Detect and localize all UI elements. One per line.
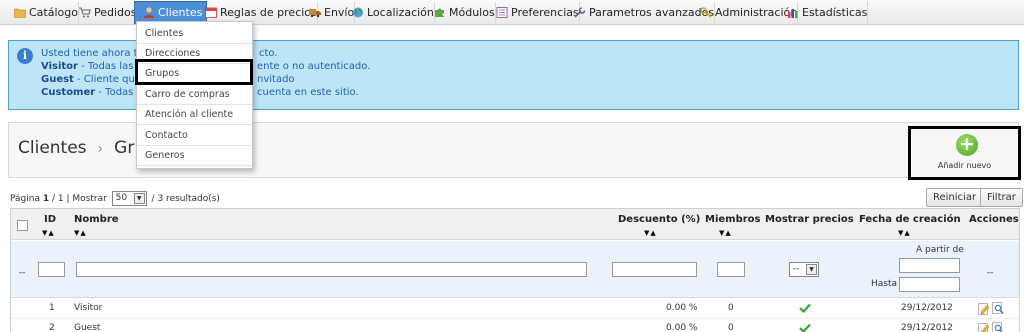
checkmark-icon: [799, 303, 811, 313]
page-label: Página: [10, 194, 40, 204]
chevron-down-icon: ▼: [133, 193, 145, 204]
members-filter-input[interactable]: [717, 262, 745, 277]
sort-arrows-icon[interactable]: ▼▲: [74, 229, 87, 237]
plus-icon: +: [956, 134, 978, 156]
menu-item-modulos[interactable]: Módulos: [426, 2, 496, 23]
column-header-id: ID: [44, 214, 57, 225]
user-icon: [144, 7, 154, 18]
total-pages: 1: [57, 194, 64, 204]
show-label: Mostrar: [72, 194, 107, 204]
chevron-down-icon: ▼: [806, 264, 817, 275]
menu-item-label: Pedidos: [94, 6, 137, 19]
cart-icon: [79, 7, 91, 18]
sort-arrows-icon[interactable]: ▼▲: [898, 229, 911, 237]
pagination: Página 1 / 1 | Mostrar 50 ▼ / 3 resultado…: [10, 191, 220, 206]
column-header-date: Fecha de creación: [859, 214, 961, 225]
filter-button[interactable]: Filtrar: [980, 188, 1023, 207]
notebook-icon: [496, 7, 508, 18]
column-header-actions: Acciones: [969, 214, 1019, 225]
submenu-item-clientes[interactable]: Clientes: [137, 24, 252, 44]
info-line: Visitor - Todas las pe: [41, 61, 150, 72]
filter-dash: --: [19, 268, 26, 278]
key-icon: [700, 7, 712, 18]
menu-item-label: Clientes: [158, 6, 203, 19]
column-header-show-prices: Mostrar precios: [765, 214, 854, 225]
groups-table: ID ▼▲ Nombre ▼▲ Descuento (%) ▼▲ Miembro…: [10, 208, 1020, 332]
menu-item-reglas-de-precios[interactable]: Reglas de precios: [197, 2, 318, 23]
checkmark-icon: [799, 323, 811, 332]
folder-icon: [14, 8, 26, 18]
date-from-input[interactable]: [899, 258, 960, 273]
info-line: nvitado: [257, 74, 295, 85]
wrench-icon: [574, 7, 586, 18]
cell-id: 1: [49, 303, 55, 313]
info-line: cto.: [259, 48, 278, 59]
date-to-label: Hasta: [871, 279, 898, 289]
info-line: ente o no autenticado.: [257, 61, 371, 72]
view-icon[interactable]: [992, 302, 1004, 315]
show-prices-filter-select[interactable]: -- ▼: [789, 262, 819, 277]
column-header-name: Nombre: [74, 214, 119, 225]
reset-button[interactable]: Reiniciar: [926, 188, 984, 207]
cell-id: 2: [49, 323, 55, 332]
cell-date: 29/12/2012: [901, 323, 953, 332]
submenu-item-generos[interactable]: Generos: [137, 146, 252, 166]
breadcrumb-root[interactable]: Clientes: [18, 138, 87, 158]
bar-chart-icon: [788, 9, 798, 18]
column-header-members: Miembros: [705, 214, 761, 225]
date-from-label: A partir de: [916, 245, 964, 255]
menu-item-catalogo[interactable]: Catálogo: [6, 2, 79, 23]
breadcrumb-current: Gr: [114, 138, 135, 158]
select-all-checkbox[interactable]: [17, 220, 28, 231]
truck-icon: [309, 9, 321, 18]
puzzle-icon: [435, 8, 444, 17]
menu-item-estadisticas[interactable]: Estadísticas: [779, 2, 869, 23]
add-new-button[interactable]: + Añadir nuevo: [908, 126, 1021, 180]
cell-members: 0: [728, 323, 734, 332]
actions-filter-dash: --: [987, 268, 994, 278]
info-line: cuenta en este sitio.: [257, 87, 359, 98]
id-filter-input[interactable]: [38, 262, 65, 277]
sort-arrows-icon[interactable]: ▼▲: [719, 229, 732, 237]
cell-discount: 0.00 %: [666, 303, 698, 313]
menu-item-localizacion[interactable]: Localización: [344, 2, 435, 23]
info-icon: i: [17, 48, 33, 64]
menu-item-label: Localización: [367, 6, 434, 19]
name-filter-input[interactable]: [76, 262, 587, 277]
sort-arrows-icon[interactable]: ▼▲: [42, 229, 55, 237]
submenu-item-carro-de-compras[interactable]: Carro de compras: [137, 85, 252, 105]
column-header-discount: Descuento (%): [618, 214, 701, 225]
date-to-input[interactable]: [899, 277, 960, 292]
table-row[interactable]: 2 Guest 0.00 % 0 29/12/2012: [11, 319, 1019, 332]
results-count: 3 resultado(s): [157, 194, 220, 204]
globe-icon: [353, 7, 363, 18]
breadcrumb-separator: ›: [97, 141, 104, 157]
clientes-submenu: Clientes Direcciones Grupos Carro de com…: [136, 21, 253, 169]
table-row[interactable]: 1 Visitor 0.00 % 0 29/12/2012: [11, 299, 1019, 319]
cell-members: 0: [728, 303, 734, 313]
info-line: Customer - Todas las: [41, 87, 151, 98]
cell-date: 29/12/2012: [901, 303, 953, 313]
table-header: ID ▼▲ Nombre ▼▲ Descuento (%) ▼▲ Miembro…: [11, 209, 1019, 240]
add-new-label: Añadir nuevo: [937, 161, 992, 170]
edit-icon[interactable]: [978, 322, 990, 332]
view-icon[interactable]: [992, 322, 1004, 332]
highlight-box: [135, 59, 253, 85]
edit-icon[interactable]: [978, 302, 990, 315]
cell-name: Visitor: [74, 303, 103, 313]
submenu-item-contacto[interactable]: Contacto: [137, 126, 252, 146]
filter-row: -- -- ▼ A partir de Hasta --: [11, 241, 1019, 298]
breadcrumb: Clientes › Gr: [18, 138, 134, 158]
sort-arrows-icon[interactable]: ▼▲: [644, 229, 657, 237]
per-page-select[interactable]: 50 ▼: [111, 191, 147, 206]
discount-filter-input[interactable]: [612, 262, 697, 277]
calendar-icon: [205, 7, 217, 18]
current-page: 1: [42, 194, 50, 204]
cell-name: Guest: [74, 323, 101, 332]
menu-item-label: Estadísticas: [802, 6, 868, 19]
menu-item-pedidos[interactable]: Pedidos: [71, 2, 138, 23]
cell-discount: 0.00 %: [666, 323, 698, 332]
submenu-item-atencion-al-cliente[interactable]: Atención al cliente: [137, 105, 252, 125]
